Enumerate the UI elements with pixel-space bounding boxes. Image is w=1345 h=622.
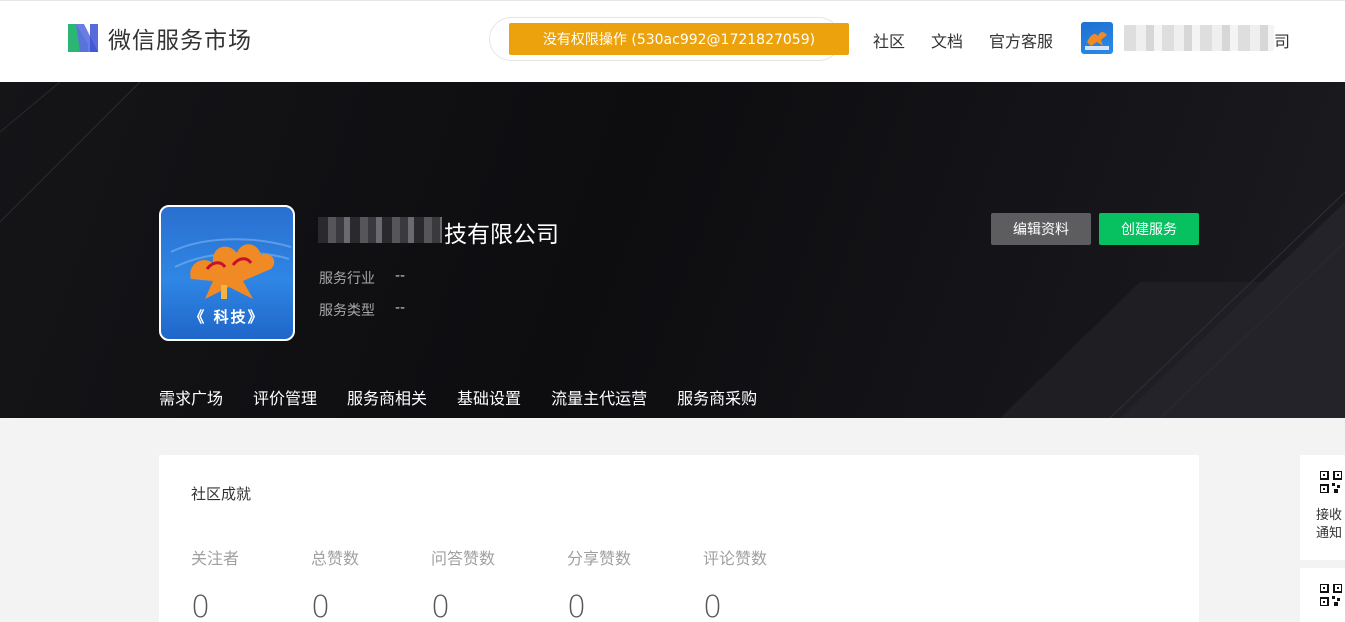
user-avatar[interactable] bbox=[1081, 22, 1113, 54]
company-avatar[interactable]: 《 科技》 bbox=[159, 205, 295, 341]
edit-profile-button[interactable]: 编辑资料 bbox=[991, 213, 1091, 245]
service-type-label: 服务类型 bbox=[319, 303, 375, 319]
company-name: 技有限公司 bbox=[444, 222, 559, 248]
profile-tabs: 需求广场 评价管理 服务商相关 基础设置 流量主代运营 服务商采购 bbox=[159, 385, 787, 409]
user-name-redacted bbox=[1124, 25, 1274, 51]
stat-value-followers: 0 bbox=[191, 590, 211, 622]
user-name[interactable]: 司 bbox=[1274, 28, 1290, 52]
stat-value-comment-likes: 0 bbox=[703, 590, 723, 622]
tab-provider-related[interactable]: 服务商相关 bbox=[347, 385, 427, 409]
wechat-service-logo-icon bbox=[68, 24, 98, 52]
tab-review-management[interactable]: 评价管理 bbox=[253, 385, 317, 409]
nav-docs[interactable]: 文档 bbox=[931, 28, 963, 52]
tab-provider-procurement[interactable]: 服务商采购 bbox=[677, 385, 757, 409]
stat-value-qa-likes: 0 bbox=[431, 590, 451, 622]
top-bar: 微信服务市场 没有权限操作 (530ac992@1721827059) 社区 文… bbox=[0, 0, 1345, 82]
stat-label-share-likes: 分享赞数 bbox=[567, 549, 632, 568]
community-achievements-card: 社区成就 关注者 总赞数 问答赞数 分享赞数 评论赞数 0 0 0 0 0 bbox=[159, 455, 1199, 622]
stat-label-total-likes: 总赞数 bbox=[311, 549, 360, 568]
industry-value: -- bbox=[395, 268, 406, 284]
card-title: 社区成就 bbox=[191, 485, 252, 503]
tab-demand-square[interactable]: 需求广场 bbox=[159, 385, 223, 409]
industry-label: 服务行业 bbox=[319, 271, 375, 287]
create-service-button[interactable]: 创建服务 bbox=[1099, 213, 1199, 245]
company-name-redacted bbox=[318, 217, 442, 243]
notify-text-line2: 通知 bbox=[1316, 526, 1343, 541]
stat-label-comment-likes: 评论赞数 bbox=[703, 549, 768, 568]
avatar-caption: 《 科技》 bbox=[189, 308, 265, 326]
nav-community[interactable]: 社区 bbox=[873, 28, 905, 52]
stat-label-followers: 关注者 bbox=[191, 549, 240, 568]
logo-text: 微信服务市场 bbox=[108, 28, 252, 54]
notify-text-line1: 接收 bbox=[1316, 508, 1343, 523]
profile-hero: 《 科技》 技有限公司 服务行业 -- 服务类型 -- 编辑资料 创建服务 需求… bbox=[0, 82, 1345, 418]
company-logo-icon bbox=[1085, 32, 1109, 50]
second-qr-widget[interactable] bbox=[1300, 568, 1345, 622]
tab-traffic-operation[interactable]: 流量主代运营 bbox=[551, 385, 647, 409]
stat-value-share-likes: 0 bbox=[567, 590, 587, 622]
qr-code-icon bbox=[1320, 471, 1342, 493]
stat-value-total-likes: 0 bbox=[311, 590, 331, 622]
notification-qr-widget[interactable]: 接收 通知 bbox=[1300, 455, 1345, 560]
stat-label-qa-likes: 问答赞数 bbox=[431, 549, 496, 568]
permission-warning-banner: 没有权限操作 (530ac992@1721827059) bbox=[509, 23, 849, 55]
nav-customer-service[interactable]: 官方客服 bbox=[989, 28, 1053, 52]
tab-basic-settings[interactable]: 基础设置 bbox=[457, 385, 521, 409]
logo[interactable]: 微信服务市场 bbox=[66, 21, 252, 55]
qr-code-icon bbox=[1320, 584, 1342, 606]
service-type-value: -- bbox=[395, 300, 406, 316]
